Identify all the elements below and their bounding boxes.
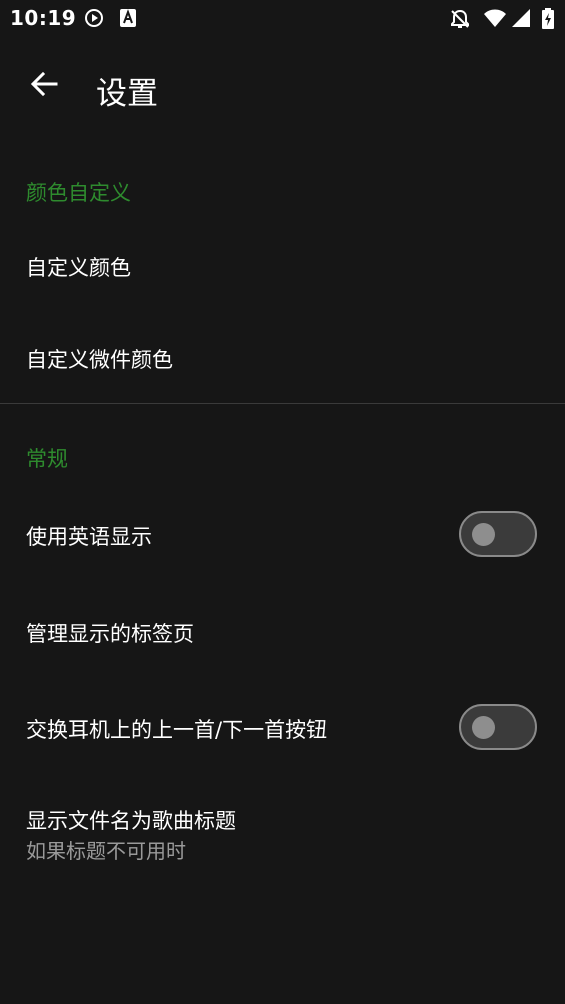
- pref-title: 使用英语显示: [26, 525, 152, 549]
- status-time: 10:19: [10, 6, 77, 30]
- wifi-icon: [483, 8, 507, 32]
- use-english-switch[interactable]: [459, 511, 537, 557]
- swap-headset-buttons-switch[interactable]: [459, 704, 537, 750]
- pref-manage-tabs[interactable]: 管理显示的标签页: [0, 590, 565, 674]
- notifications-off-icon: [449, 8, 471, 34]
- page-title: 设置: [96, 76, 158, 112]
- pref-title: 管理显示的标签页: [26, 622, 194, 646]
- pref-title: 显示文件名为歌曲标题: [26, 809, 236, 833]
- back-button[interactable]: [18, 60, 70, 112]
- pref-title: 自定义颜色: [26, 256, 131, 280]
- battery-charging-icon: [541, 8, 555, 34]
- arrow-back-icon: [29, 69, 59, 103]
- signal-icon: [511, 8, 531, 32]
- pref-swap-headset-buttons[interactable]: 交换耳机上的上一首/下一首按钮: [0, 686, 565, 772]
- pref-title: 自定义微件颜色: [26, 348, 173, 372]
- a-badge-icon: [119, 8, 137, 32]
- pref-custom-color[interactable]: 自定义颜色: [0, 224, 565, 308]
- app-bar: 设置: [0, 38, 565, 138]
- pref-title: 交换耳机上的上一首/下一首按钮: [26, 718, 328, 742]
- section-header-color: 颜色自定义: [26, 181, 131, 205]
- section-header-general: 常规: [26, 447, 68, 471]
- play-circle-icon: [84, 8, 104, 32]
- pref-summary: 如果标题不可用时: [26, 839, 186, 863]
- pref-custom-widget-color[interactable]: 自定义微件颜色: [0, 316, 565, 400]
- switch-thumb: [472, 716, 495, 739]
- pref-use-english[interactable]: 使用英语显示: [0, 492, 565, 578]
- pref-filename-as-title[interactable]: 显示文件名为歌曲标题 如果标题不可用时: [0, 786, 565, 876]
- settings-screen: 10:19 设置 颜色自定义 自定义颜色 自定义微件颜色 常规 使用英语显示 管…: [0, 0, 565, 1004]
- switch-thumb: [472, 523, 495, 546]
- section-divider: [0, 403, 565, 404]
- status-bar: 10:19: [0, 0, 565, 38]
